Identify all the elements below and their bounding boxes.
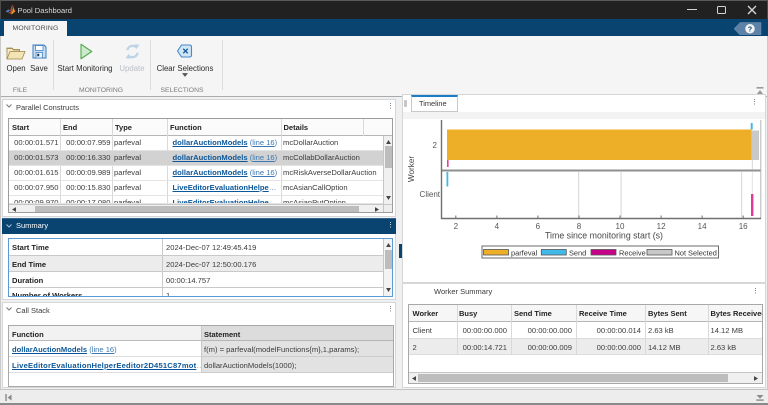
- svg-text:Receive: Receive: [619, 249, 646, 258]
- svg-text:?: ?: [748, 26, 752, 33]
- svg-text:16: 16: [739, 222, 748, 231]
- svg-text:parfeval: parfeval: [511, 249, 538, 258]
- svg-text:6: 6: [536, 222, 541, 231]
- svg-text:Worker: Worker: [407, 156, 416, 183]
- svg-text:2: 2: [433, 141, 438, 150]
- svg-text:Time since monitoring start (s: Time since monitoring start (s): [545, 231, 663, 241]
- svg-text:Not Selected: Not Selected: [675, 249, 717, 258]
- svg-text:2: 2: [454, 222, 459, 231]
- svg-text:4: 4: [495, 222, 500, 231]
- svg-text:Send: Send: [569, 249, 586, 258]
- svg-text:Client: Client: [420, 190, 441, 199]
- svg-text:14: 14: [698, 222, 707, 231]
